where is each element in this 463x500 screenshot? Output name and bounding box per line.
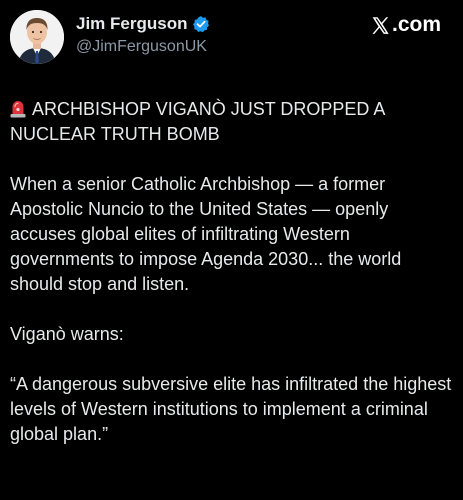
tweet-quote-paragraph: “A dangerous subversive elite has infilt… [10, 374, 452, 444]
author-handle[interactable]: @JimFergusonUK [76, 38, 207, 56]
x-logo-icon [370, 15, 391, 36]
author-display-name[interactable]: Jim Ferguson [76, 14, 187, 34]
brand-label: .com [391, 13, 441, 36]
avatar-portrait-icon [10, 10, 64, 64]
tweet-body: ARCHBISHOP VIGANÒ JUST DROPPED A NUCLEAR… [10, 97, 455, 472]
tweet-paragraph-2: Viganò warns: [10, 324, 124, 344]
avatar[interactable] [10, 10, 64, 64]
tweet-headline: ARCHBISHOP VIGANÒ JUST DROPPED A NUCLEAR… [10, 99, 385, 144]
author-name-row: Jim Ferguson [76, 14, 210, 34]
verified-badge-icon [192, 15, 210, 33]
siren-icon [10, 99, 26, 118]
tweet-header: Jim Ferguson @JimFergusonUK .com [0, 0, 463, 80]
brand-watermark: .com [370, 13, 441, 37]
tweet-headline-paragraph: ARCHBISHOP VIGANÒ JUST DROPPED A NUCLEAR… [10, 97, 455, 147]
tweet-paragraph-1: When a senior Catholic Archbishop — a fo… [10, 174, 402, 294]
